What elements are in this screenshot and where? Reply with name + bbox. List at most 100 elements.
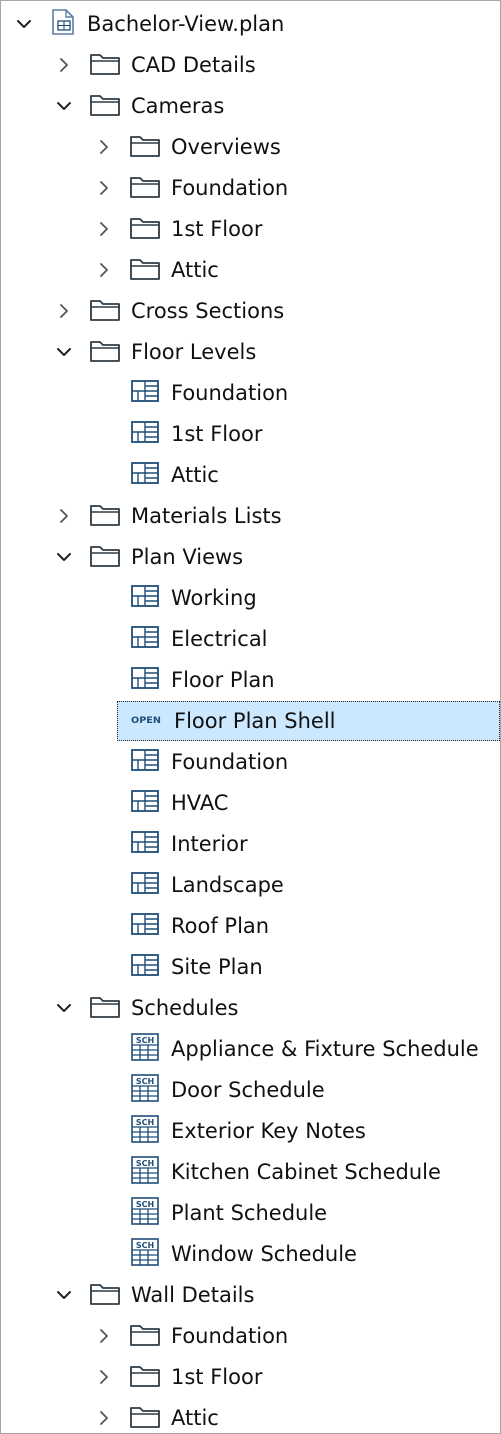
tree-item[interactable]: OPEN Floor Plan Shell (117, 701, 500, 741)
tree-item[interactable]: Interior (1, 824, 500, 864)
plan-view-icon (129, 665, 161, 696)
tree-item[interactable]: Landscape (1, 865, 500, 905)
tree-item[interactable]: Attic (1, 455, 500, 495)
tree-item-label: Plant Schedule (171, 1201, 328, 1225)
tree-item-label: HVAC (171, 791, 229, 815)
tree-item[interactable]: Materials Lists (1, 496, 500, 536)
folder-icon (129, 173, 161, 204)
tree-item-label: Landscape (171, 873, 284, 897)
chevron-right-icon[interactable] (55, 302, 73, 320)
tree-item[interactable]: Floor Plan (1, 660, 500, 700)
plan-file-icon (49, 8, 77, 41)
chevron-right-icon[interactable] (95, 138, 113, 156)
tree-item[interactable]: Wall Details (1, 1275, 500, 1315)
chevron-right-icon[interactable] (55, 507, 73, 525)
chevron-down-icon[interactable] (15, 15, 33, 33)
tree-item[interactable]: Working (1, 578, 500, 618)
tree-item[interactable]: HVAC (1, 783, 500, 823)
tree-item-label: Attic (171, 463, 219, 487)
tree-item-label: Electrical (171, 627, 268, 651)
tree-item[interactable]: Schedules (1, 988, 500, 1028)
tree-item[interactable]: Bachelor-View.plan (1, 4, 500, 44)
chevron-right-icon[interactable] (55, 56, 73, 74)
tree-item-label: Overviews (171, 135, 281, 159)
chevron-down-icon[interactable] (55, 97, 73, 115)
chevron-down-icon[interactable] (55, 1286, 73, 1304)
tree-item[interactable]: Foundation (1, 373, 500, 413)
tree-item[interactable]: SCH Door Schedule (1, 1070, 500, 1110)
tree-item[interactable]: SCH Exterior Key Notes (1, 1111, 500, 1151)
tree-item[interactable]: 1st Floor (1, 414, 500, 454)
tree-item-label: Interior (171, 832, 248, 856)
tree-item[interactable]: SCH Appliance & Fixture Schedule (1, 1029, 500, 1069)
folder-icon (89, 337, 121, 368)
tree-item[interactable]: Attic (1, 250, 500, 290)
tree-item-label: Floor Levels (131, 340, 257, 364)
folder-icon (129, 1403, 161, 1434)
tree-item[interactable]: 1st Floor (1, 1357, 500, 1397)
folder-icon (89, 542, 121, 573)
tree-item[interactable]: Overviews (1, 127, 500, 167)
chevron-right-icon[interactable] (95, 1368, 113, 1386)
tree-item[interactable]: Foundation (1, 168, 500, 208)
plan-view-icon (129, 870, 161, 901)
plan-view-icon (129, 911, 161, 942)
folder-icon (89, 993, 121, 1024)
schedule-icon: SCH (129, 1196, 161, 1231)
tree-item[interactable]: CAD Details (1, 45, 500, 85)
icon-badge-text: OPEN (131, 716, 161, 726)
tree-item[interactable]: Foundation (1, 742, 500, 782)
folder-icon (89, 296, 121, 327)
tree-item-label: Appliance & Fixture Schedule (171, 1037, 479, 1061)
plan-view-icon (129, 378, 161, 409)
schedule-icon: SCH (129, 1114, 161, 1149)
tree-item-label: CAD Details (131, 53, 256, 77)
tree-item[interactable]: 1st Floor (1, 209, 500, 249)
icon-badge-text: SCH (136, 1241, 154, 1250)
tree-item[interactable]: Attic (1, 1398, 500, 1434)
tree-item-label: 1st Floor (171, 422, 263, 446)
plan-view-icon (129, 460, 161, 491)
tree-item[interactable]: Electrical (1, 619, 500, 659)
tree-item[interactable]: Foundation (1, 1316, 500, 1356)
tree-item[interactable]: Site Plan (1, 947, 500, 987)
plan-view-icon (129, 829, 161, 860)
tree-item[interactable]: Floor Levels (1, 332, 500, 372)
icon-badge-text: SCH (136, 1077, 154, 1086)
tree-item-label: Attic (171, 258, 219, 282)
chevron-right-icon[interactable] (95, 220, 113, 238)
chevron-down-icon[interactable] (55, 999, 73, 1017)
tree-item-label: Cross Sections (131, 299, 285, 323)
tree-item-label: Foundation (171, 381, 289, 405)
schedule-icon: SCH (129, 1073, 161, 1108)
tree-item[interactable]: Plan Views (1, 537, 500, 577)
tree-item-label: Wall Details (131, 1283, 255, 1307)
folder-icon (129, 214, 161, 245)
tree-item-label: Working (171, 586, 257, 610)
tree-item[interactable]: SCH Window Schedule (1, 1234, 500, 1274)
plan-view-icon (129, 747, 161, 778)
tree-item-label: Exterior Key Notes (171, 1119, 366, 1143)
chevron-right-icon[interactable] (95, 1409, 113, 1427)
icon-badge-text: SCH (136, 1159, 154, 1168)
tree-item[interactable]: Cross Sections (1, 291, 500, 331)
tree-item-label: Bachelor-View.plan (87, 12, 285, 36)
chevron-right-icon[interactable] (95, 261, 113, 279)
plan-view-icon (129, 952, 161, 983)
folder-icon (129, 255, 161, 286)
chevron-right-icon[interactable] (95, 1327, 113, 1345)
folder-icon (89, 91, 121, 122)
chevron-right-icon[interactable] (95, 179, 113, 197)
tree-item[interactable]: SCH Kitchen Cabinet Schedule (1, 1152, 500, 1192)
icon-badge-text: SCH (136, 1036, 154, 1045)
chevron-down-icon[interactable] (55, 548, 73, 566)
icon-badge-text: SCH (136, 1118, 154, 1127)
tree-item-label: Cameras (131, 94, 225, 118)
tree-item-label: Site Plan (171, 955, 263, 979)
tree-item[interactable]: Cameras (1, 86, 500, 126)
tree-item[interactable]: SCH Plant Schedule (1, 1193, 500, 1233)
tree-item-label: Foundation (171, 750, 289, 774)
tree-item[interactable]: Roof Plan (1, 906, 500, 946)
tree-item-label: Window Schedule (171, 1242, 357, 1266)
chevron-down-icon[interactable] (55, 343, 73, 361)
